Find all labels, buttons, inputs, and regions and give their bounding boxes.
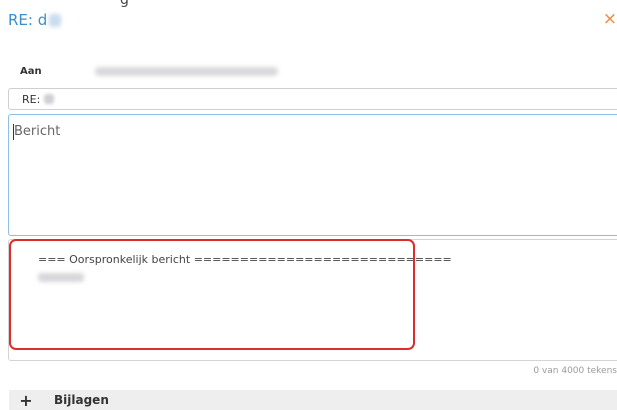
message-textarea[interactable]: Bericht (8, 114, 617, 236)
reply-title-text: RE: d (8, 11, 48, 29)
message-placeholder: Bericht (14, 124, 61, 139)
attachments-toggle[interactable]: + Bijlagen (9, 390, 617, 410)
plus-icon: + (19, 390, 33, 410)
subject-input[interactable]: RE: (8, 88, 617, 110)
to-label: Aan (20, 66, 42, 77)
redacted-title-blur (49, 13, 62, 27)
reply-title: RE: d (8, 11, 62, 29)
top-strip-cutoff: g (0, 0, 617, 8)
highlight-annotation (9, 239, 415, 350)
compose-reply-panel: g RE: d × Aan RE: Bericht === Oorspronke… (0, 0, 617, 410)
character-counter: 0 van 4000 tekens (533, 366, 617, 376)
subject-value: RE: (22, 92, 41, 106)
redacted-subject-blur (44, 94, 55, 104)
to-recipient-redacted (95, 67, 278, 76)
close-icon[interactable]: × (603, 9, 617, 29)
attachments-label: Bijlagen (54, 393, 109, 407)
cutoff-text: g (120, 0, 129, 8)
